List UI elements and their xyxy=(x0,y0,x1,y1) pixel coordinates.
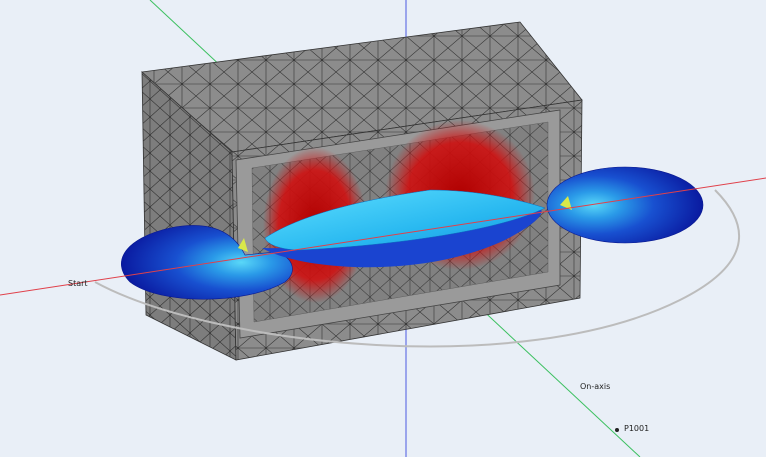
label-start[interactable]: Start xyxy=(68,279,88,288)
label-on-axis[interactable]: On-axis xyxy=(580,382,610,391)
probe-point-marker[interactable] xyxy=(615,428,619,432)
label-probe-p1001[interactable]: P1001 xyxy=(624,424,649,433)
3d-viewport[interactable]: Start On-axis P1001 xyxy=(0,0,766,457)
